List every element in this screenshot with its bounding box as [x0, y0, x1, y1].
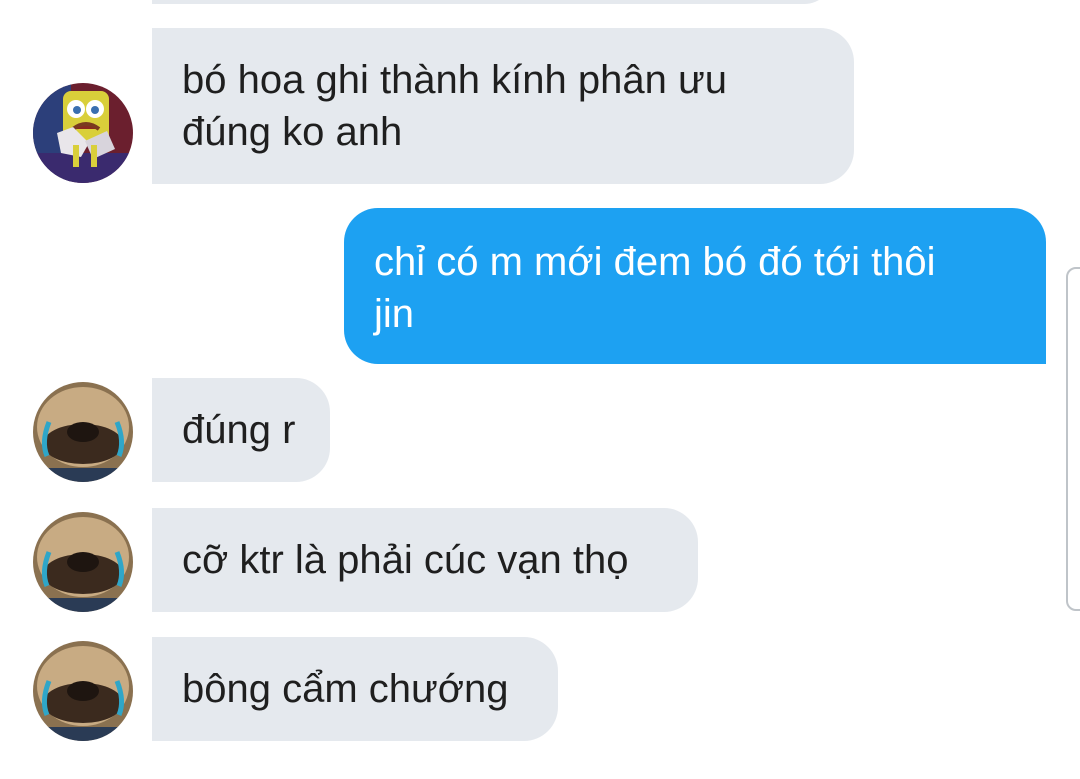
message-bubble-incoming[interactable]: cỡ ktr là phải cúc vạn thọ — [152, 508, 698, 612]
message-line: bông cẩm chướng — [182, 667, 509, 711]
message-bubble-incoming[interactable]: đúng r — [152, 378, 330, 482]
crying-dog-avatar[interactable] — [33, 512, 133, 612]
scrollbar-handle[interactable] — [1066, 267, 1080, 611]
chat-thread[interactable]: bó hoa ghi thành kính phân ưu đúng ko an… — [0, 0, 1080, 779]
crying-dog-avatar[interactable] — [33, 641, 133, 741]
message-bubble-incoming[interactable]: bó hoa ghi thành kính phân ưu đúng ko an… — [152, 28, 854, 184]
message-line: đúng r — [182, 408, 296, 452]
crying-dog-icon — [33, 641, 133, 741]
crying-dog-avatar[interactable] — [33, 382, 133, 482]
message-line: đúng ko anh — [182, 110, 403, 154]
crying-dog-icon — [33, 512, 133, 612]
spongebob-avatar[interactable] — [33, 83, 133, 183]
message-line: jin — [374, 292, 415, 336]
spongebob-crying-icon — [33, 83, 133, 183]
message-line: chỉ có m mới đem bó đó tới thôi — [374, 240, 936, 284]
previous-message-bubble[interactable] — [152, 0, 834, 4]
message-line: cỡ ktr là phải cúc vạn thọ — [182, 538, 629, 582]
message-line: bó hoa ghi thành kính phân ưu — [182, 58, 727, 102]
message-bubble-incoming[interactable]: bông cẩm chướng — [152, 637, 558, 741]
message-bubble-outgoing[interactable]: chỉ có m mới đem bó đó tới thôi jin — [344, 208, 1046, 364]
crying-dog-icon — [33, 382, 133, 482]
